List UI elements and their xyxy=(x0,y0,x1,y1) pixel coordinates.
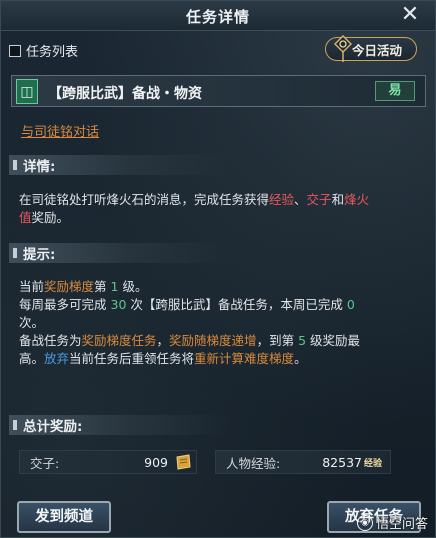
quest-title: 【跨服比武】备战・物资 xyxy=(48,86,202,102)
jiaozi-value: 909 xyxy=(144,454,168,470)
details-text: 在司徒铭处打听烽火石的消息，完成任务获得经验、交子和烽火 xyxy=(19,192,370,207)
exp-label: 人物经验: xyxy=(226,455,281,471)
total-rewards-heading: 总计奖励: xyxy=(9,415,229,435)
exp-value: 82537 xyxy=(322,454,362,470)
talk-to-npc-link[interactable]: 与司徒铭对话 xyxy=(21,121,99,140)
tips-line-4: 高。放弃当前任务后重领任务将重新计算难度梯度。 xyxy=(19,351,307,366)
quest-list-toggle[interactable]: 任务列表 xyxy=(9,41,78,60)
tips-line-1: 当前奖励梯度第 1 级。 xyxy=(19,279,148,294)
abandon-link: 放弃 xyxy=(44,351,70,366)
tips-line-3: 备战任务为奖励梯度任务，奖励随梯度递增，到第 5 级奖励最 xyxy=(19,333,361,348)
details-text-line-2: 值奖励。 xyxy=(19,210,70,225)
quest-type-icon: ◫ xyxy=(16,79,38,104)
jiaozi-label: 交子: xyxy=(30,455,60,471)
lantern-icon xyxy=(334,35,352,62)
close-icon[interactable]: ✕ xyxy=(399,3,421,27)
exp-reward: 人物经验: 82537 经验 xyxy=(215,450,391,474)
difficulty-badge: 易 xyxy=(375,81,415,101)
window-title: 任务详情 xyxy=(185,8,250,26)
today-activity-label: 今日活动 xyxy=(352,42,403,58)
quest-detail-window: 任务详情 ✕ 任务列表 今日活动 ◫ 【跨服比武】备战・物资 易 与司徒铭对话 … xyxy=(0,0,436,538)
tips-line-2: 每周最多可完成 30 次【跨服比武】备战任务，本周已完成 0 xyxy=(19,297,355,312)
tips-heading: 提示: xyxy=(9,243,229,263)
today-activity-button[interactable]: 今日活动 xyxy=(325,35,417,62)
details-heading: 详情: xyxy=(9,155,229,175)
quest-list-label: 任务列表 xyxy=(26,45,79,60)
watermark-logo-icon: ◉ xyxy=(357,514,373,531)
quest-header: ◫ 【跨服比武】备战・物资 易 xyxy=(11,75,426,107)
jiaozi-reward: 交子: 909 xyxy=(19,450,197,474)
jiaozi-coin-icon xyxy=(176,454,191,470)
watermark: ◉ 悟空问答 xyxy=(357,513,428,532)
quest-list-checkbox[interactable] xyxy=(9,44,21,57)
send-to-channel-button[interactable]: 发到频道 xyxy=(17,501,111,533)
watermark-text: 悟空问答 xyxy=(376,517,429,532)
tips-line-2b: 次。 xyxy=(19,315,45,330)
title-bar: 任务详情 ✕ xyxy=(1,1,435,31)
exp-icon: 经验 xyxy=(364,459,383,469)
